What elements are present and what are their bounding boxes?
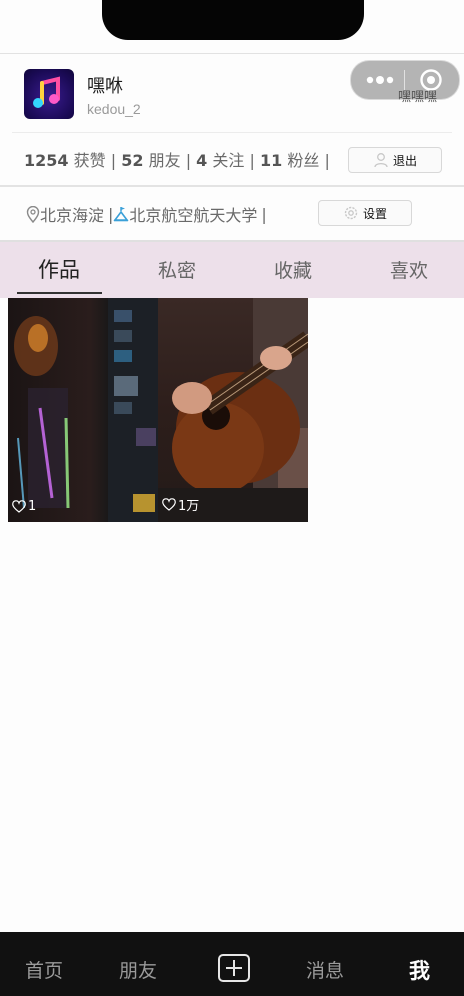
user-icon bbox=[374, 153, 388, 168]
separator: | bbox=[110, 151, 117, 170]
stats-row: 1254 获赞 | 52 朋友 | 4 关注 | 11 粉丝 | bbox=[24, 147, 330, 171]
profile-header: 嘿咻 kedou_2 嘿嘿嘿 bbox=[0, 54, 464, 132]
bottom-nav: 首页 朋友 消息 我 bbox=[0, 932, 464, 996]
nav-friends[interactable]: 朋友 bbox=[119, 956, 157, 983]
logout-label: 退出 bbox=[392, 153, 417, 168]
avatar[interactable] bbox=[24, 69, 74, 119]
video-grid: 1 1万 bbox=[8, 298, 308, 522]
tab-private[interactable]: 私密 bbox=[158, 256, 196, 283]
gear-icon bbox=[344, 206, 358, 220]
tab-favorites[interactable]: 收藏 bbox=[274, 256, 312, 283]
heart-icon bbox=[12, 500, 26, 513]
separator: | bbox=[185, 151, 192, 170]
profile-name: 嘿咻 bbox=[87, 76, 123, 97]
school-icon bbox=[113, 207, 130, 222]
device-notch bbox=[102, 0, 364, 40]
location-pin-icon bbox=[26, 205, 40, 223]
separator: | bbox=[249, 151, 255, 170]
likes-count: 1254 bbox=[24, 151, 69, 170]
location-area: 北京海淀 bbox=[40, 206, 105, 225]
tab-likes[interactable]: 喜欢 bbox=[390, 256, 428, 283]
like-count: 1万 bbox=[162, 495, 199, 514]
friends-label: 朋友 bbox=[148, 151, 181, 170]
followers-label: 粉丝 bbox=[287, 151, 320, 170]
divider bbox=[12, 132, 452, 133]
followers-count: 11 bbox=[260, 151, 283, 170]
heart-icon bbox=[162, 498, 176, 511]
music-note-logo-icon bbox=[33, 76, 60, 108]
location-school: 北京航空航天大学 bbox=[129, 206, 258, 225]
tab-works[interactable]: 作品 bbox=[38, 254, 80, 284]
video-frame-image bbox=[14, 298, 158, 522]
like-count-value: 1万 bbox=[178, 499, 200, 514]
like-count: 1 bbox=[12, 499, 36, 514]
capsule-label: 嘿嘿嘿 bbox=[398, 90, 438, 105]
logout-button[interactable]: 退出 bbox=[348, 147, 442, 173]
divider bbox=[0, 185, 464, 187]
friends-count: 52 bbox=[121, 151, 144, 170]
nav-messages[interactable]: 消息 bbox=[306, 956, 344, 983]
following-count: 4 bbox=[196, 151, 208, 170]
video-frame-image bbox=[158, 298, 308, 522]
more-dots-icon[interactable] bbox=[365, 73, 395, 87]
nav-me[interactable]: 我 bbox=[409, 955, 430, 985]
video-thumbnail[interactable]: 1 bbox=[8, 298, 158, 522]
profile-id: kedou_2 bbox=[87, 101, 141, 117]
separator: | bbox=[261, 204, 267, 224]
active-tab-indicator bbox=[17, 292, 102, 294]
likes-label: 获赞 bbox=[73, 151, 106, 170]
plus-square-icon[interactable] bbox=[218, 954, 250, 982]
content-tabs: 作品 私密 收藏 喜欢 bbox=[0, 242, 464, 298]
following-label: 关注 bbox=[212, 151, 245, 170]
location-row: 北京海淀 | 北京航空航天大学 | bbox=[26, 202, 267, 226]
separator: | bbox=[324, 151, 330, 170]
video-thumbnail[interactable]: 1万 bbox=[158, 298, 308, 522]
nav-home[interactable]: 首页 bbox=[25, 956, 63, 983]
like-count-value: 1 bbox=[28, 499, 37, 514]
settings-label: 设置 bbox=[362, 206, 387, 221]
settings-button[interactable]: 设置 bbox=[318, 200, 412, 226]
